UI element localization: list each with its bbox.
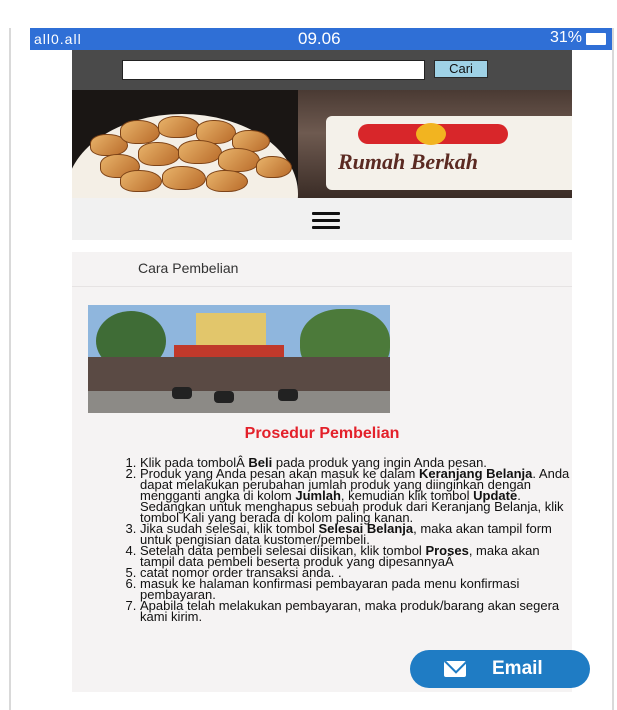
store-sign-photo: Rumah Berkah (298, 90, 572, 198)
shop-sign (174, 345, 284, 357)
page-title: Cara Pembelian (138, 260, 239, 276)
email-button[interactable]: Email (410, 650, 590, 688)
step-item: Produk yang Anda pesan akan masuk ke dal… (140, 467, 574, 524)
motorbike (278, 389, 298, 401)
status-bar: all0.all 09.06 31% (30, 28, 612, 50)
snack (120, 120, 160, 144)
food-photo (72, 90, 298, 198)
snack (120, 170, 162, 192)
motorbike (214, 391, 234, 403)
email-button-label: Email (492, 658, 543, 679)
snack (158, 116, 200, 138)
step-item: masuk ke halaman konfirmasi pembayaran p… (140, 577, 574, 601)
search-button[interactable]: Cari (434, 60, 488, 78)
motorbike (172, 387, 192, 399)
header-banner: Rumah Berkah (72, 90, 572, 198)
phone-frame-right (612, 28, 614, 710)
snack (256, 156, 292, 178)
signal-indicator: all0.all (34, 31, 82, 47)
snack (218, 148, 260, 172)
hamburger-menu-icon[interactable] (312, 212, 340, 230)
phone-frame-left (9, 28, 11, 710)
steps-list: Klik pada tombolÂ Beli pada produk yang … (122, 456, 574, 623)
nav-bar (72, 198, 572, 240)
snack (206, 170, 248, 192)
envelope-icon (444, 661, 466, 677)
road (88, 391, 390, 413)
shop-front (88, 357, 390, 393)
divider (72, 286, 572, 287)
step-item: Setelah data pembeli selesai diisikan, k… (140, 544, 574, 568)
store-logo (416, 123, 446, 145)
section-title: Prosedur Pembelian (244, 425, 400, 442)
shop-photo (88, 305, 390, 413)
search-header: Cari (72, 50, 572, 90)
store-name: Rumah Berkah (338, 149, 478, 174)
step-item: Jika sudah selesai, klik tombol Selesai … (140, 522, 574, 546)
snack (178, 140, 222, 164)
snack (162, 166, 206, 190)
search-input[interactable] (122, 60, 425, 80)
battery-percentage: 31% (549, 29, 582, 46)
battery-icon (586, 33, 606, 45)
status-time: 09.06 (298, 29, 341, 48)
snack (138, 142, 180, 166)
step-item: Apabila telah melakukan pembayaran, maka… (140, 599, 574, 623)
content-card: Cara Pembelian Prosedur Pembelian Klik p… (72, 252, 572, 692)
